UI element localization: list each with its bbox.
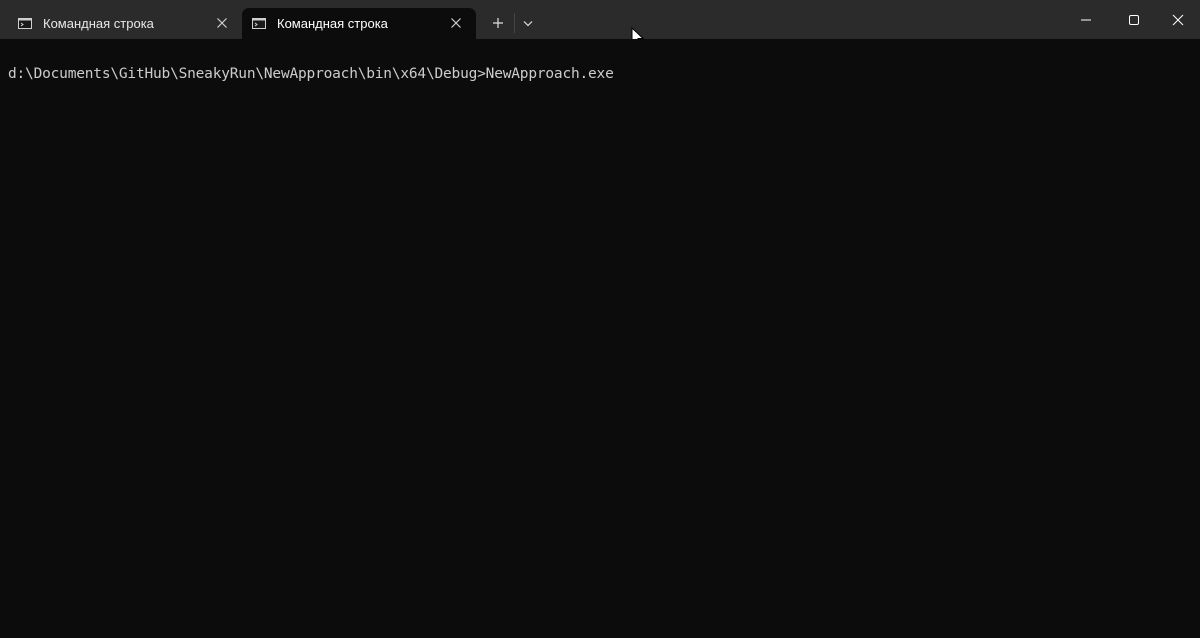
- tab-active[interactable]: Командная строка: [242, 8, 476, 39]
- tab-inactive[interactable]: Командная строка: [8, 8, 242, 39]
- command-prompt: d:\Documents\GitHub\SneakyRun\NewApproac…: [8, 66, 486, 82]
- minimize-button[interactable]: [1062, 0, 1108, 39]
- tab-label: Командная строка: [43, 16, 154, 31]
- close-icon: [1172, 14, 1184, 26]
- command-text: NewApproach.exe: [485, 66, 614, 82]
- chevron-down-icon: [523, 21, 533, 27]
- tab-dropdown-button[interactable]: [518, 13, 538, 33]
- maximize-button[interactable]: [1110, 0, 1156, 39]
- tab-label: Командная строка: [277, 16, 388, 31]
- terminal-window: Командная строка Командная строка d:\Doc…: [0, 0, 1200, 638]
- minimize-icon: [1081, 19, 1091, 21]
- terminal-icon: [18, 17, 32, 29]
- plus-icon: [493, 18, 503, 28]
- toolbar-divider: [514, 13, 515, 33]
- terminal-output[interactable]: d:\Documents\GitHub\SneakyRun\NewApproac…: [0, 39, 1200, 638]
- new-tab-button[interactable]: [486, 13, 510, 33]
- close-window-button[interactable]: [1154, 0, 1200, 39]
- tab-close-icon[interactable]: [450, 17, 462, 29]
- tab-close-icon[interactable]: [216, 17, 228, 29]
- maximize-icon: [1129, 15, 1139, 25]
- command-line: d:\Documents\GitHub\SneakyRun\NewApproac…: [8, 65, 614, 83]
- title-bar[interactable]: Командная строка Командная строка: [0, 0, 1200, 47]
- terminal-icon: [252, 17, 266, 29]
